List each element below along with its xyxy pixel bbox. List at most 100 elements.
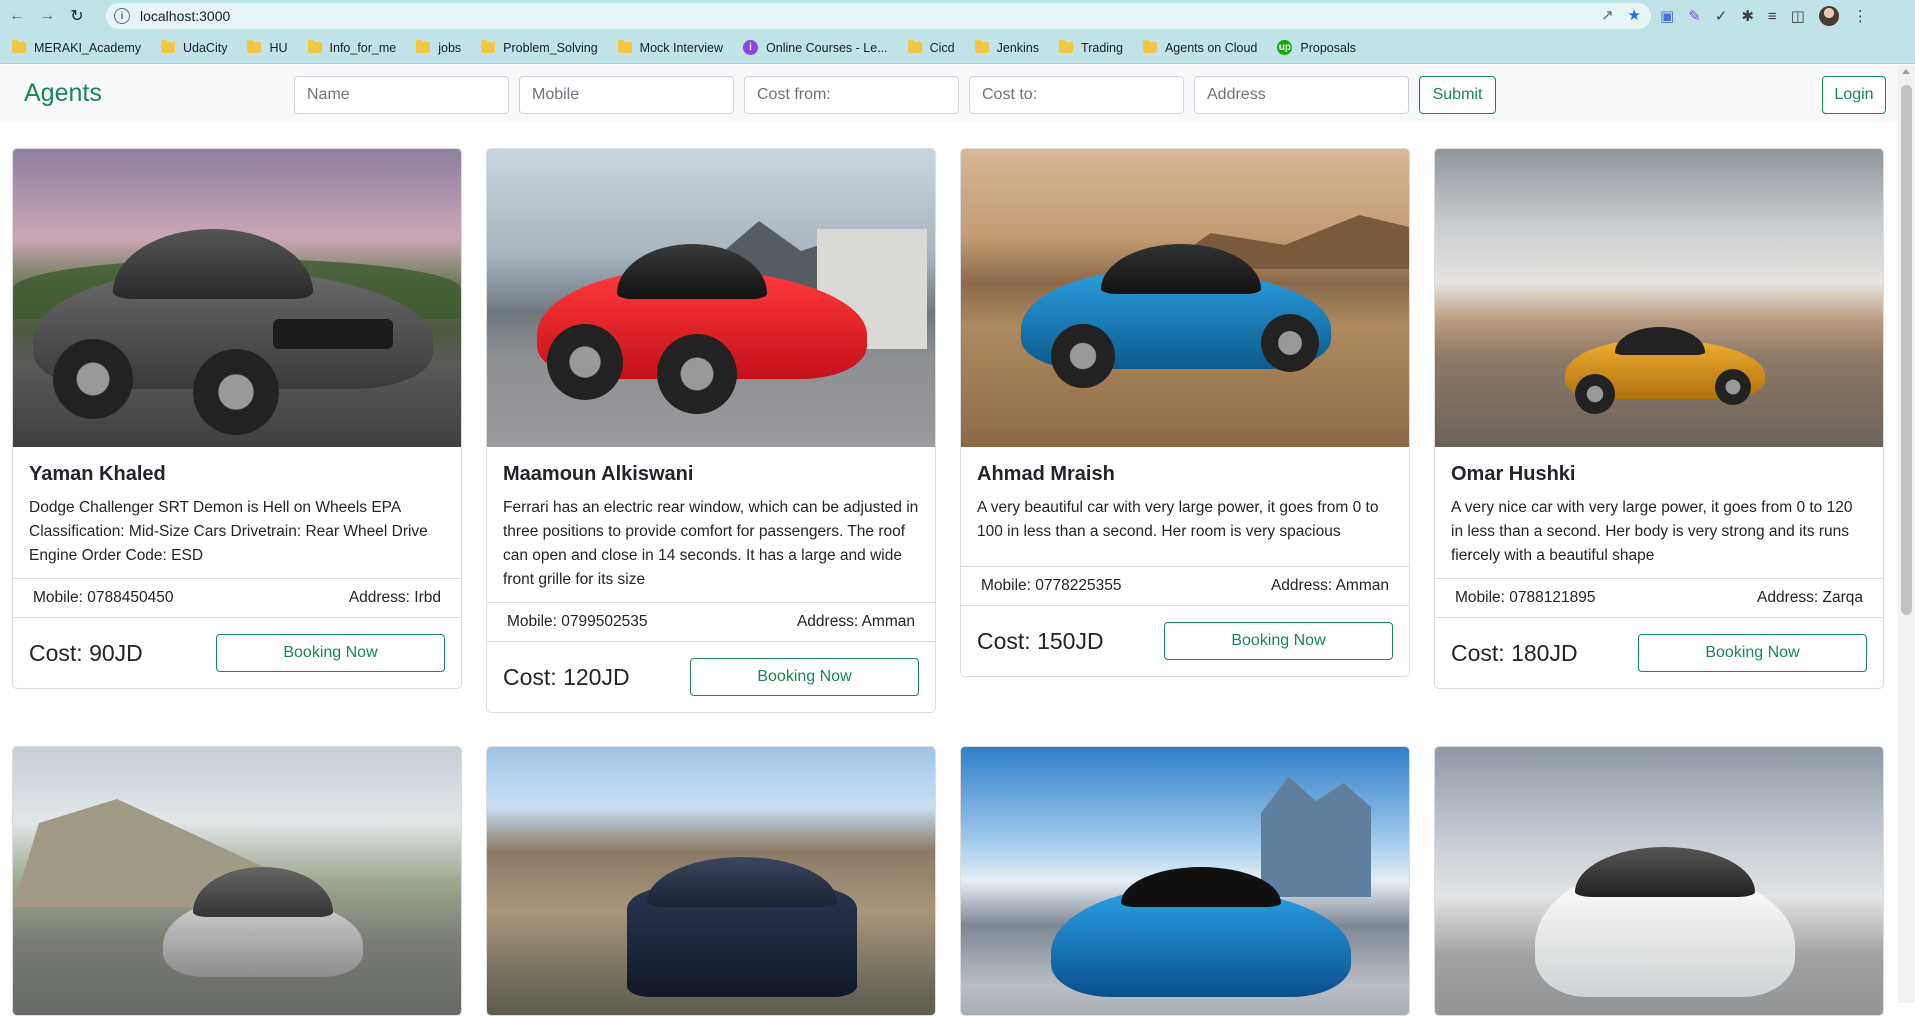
card-contact-row: Mobile: 0788450450 Address: Irbd — [13, 578, 461, 618]
bookmark-item[interactable]: MERAKI_Academy — [12, 40, 141, 55]
booking-now-button[interactable]: Booking Now — [690, 658, 919, 696]
pen-extension-icon[interactable]: ✎ — [1688, 7, 1701, 25]
address-input[interactable] — [1194, 76, 1409, 114]
car-image-ford — [1435, 747, 1883, 1015]
bookmark-item[interactable]: Cicd — [907, 40, 955, 55]
agent-name: Omar Hushki — [1451, 463, 1576, 485]
cost-text: Cost: 180JD — [1451, 639, 1578, 666]
car-image-lamborghini — [1435, 149, 1883, 447]
profile-avatar[interactable] — [1818, 6, 1839, 26]
folder-icon — [247, 40, 262, 53]
cost-text: Cost: 150JD — [977, 627, 1104, 654]
card-contact-row: Mobile: 0799502535 Address: Amman — [487, 602, 935, 642]
folder-icon — [617, 40, 632, 53]
eyedropper-extension-icon[interactable]: ✓ — [1715, 7, 1728, 25]
scroll-thumb[interactable] — [1901, 85, 1912, 615]
folder-icon — [907, 40, 922, 53]
bookmark-item[interactable]: Mock Interview — [617, 40, 723, 55]
bookmark-item[interactable]: UdaCity — [160, 40, 227, 55]
agent-card: Ahmad Mraish A very beautiful car with v… — [960, 148, 1410, 677]
translate-extension-icon[interactable]: ▣ — [1660, 7, 1674, 25]
name-input[interactable] — [294, 76, 509, 114]
reading-list-icon[interactable]: ≡ — [1768, 8, 1777, 25]
bookmark-item[interactable]: Problem_Solving — [481, 40, 598, 55]
agent-name: Maamoun Alkiswani — [503, 463, 694, 485]
forward-icon[interactable]: → — [34, 3, 60, 29]
bookmark-star-icon[interactable]: ★ — [1628, 6, 1641, 24]
car-image-camaro — [961, 149, 1409, 447]
folder-icon — [12, 40, 26, 53]
agent-name: Ahmad Mraish — [977, 463, 1115, 485]
bookmark-item[interactable]: Agents on Cloud — [1142, 40, 1257, 55]
upwork-icon: up — [1277, 40, 1293, 55]
agent-card — [1434, 746, 1884, 1016]
login-button[interactable]: Login — [1822, 76, 1886, 114]
car-image-bugatti — [961, 747, 1409, 1015]
agent-name: Yaman Khaled — [29, 463, 166, 485]
card-contact-row: Mobile: 0778225355 Address: Amman — [961, 566, 1409, 606]
bookmark-item[interactable]: Jenkins — [974, 40, 1039, 55]
cost-to-input[interactable] — [969, 76, 1184, 114]
cost-text: Cost: 90JD — [29, 639, 143, 666]
folder-icon — [974, 40, 989, 53]
app-navbar: Agents Submit Login — [0, 65, 1898, 122]
folder-icon — [481, 40, 496, 53]
car-image-ferrari — [487, 149, 935, 447]
address-text: Address: Zarqa — [1757, 589, 1863, 606]
info-icon[interactable]: i — [114, 8, 130, 24]
mobile-text: Mobile: 0799502535 — [507, 613, 648, 630]
side-panel-icon[interactable]: ◫ — [1791, 7, 1805, 25]
car-description: Ferrari has an electric rear window, whi… — [503, 499, 919, 588]
menu-kebab-icon[interactable]: ⋮ — [1853, 7, 1868, 25]
address-text: Address: Amman — [796, 613, 915, 630]
scroll-up-arrow-icon[interactable] — [1902, 69, 1910, 74]
mobile-text: Mobile: 0788450450 — [33, 589, 174, 606]
folder-icon — [1059, 40, 1074, 53]
brand-logo[interactable]: Agents — [24, 79, 102, 108]
folder-icon — [307, 40, 322, 53]
submit-button[interactable]: Submit — [1419, 76, 1496, 114]
car-description: A very beautiful car with very large pow… — [977, 499, 1379, 540]
card-contact-row: Mobile: 0788121895 Address: Zarqa — [1435, 578, 1883, 618]
bookmarks-bar: MERAKI_Academy UdaCity HU Info_for_me jo… — [0, 32, 1915, 64]
folder-icon — [1142, 40, 1157, 53]
browser-toolbar: ← → ↻ i localhost:3000 ↗ ★ ▣ ✎ ✓ ✱ ≡ ◫ ⋮ — [0, 0, 1915, 32]
bookmark-item[interactable]: jobs — [416, 40, 461, 55]
car-image-mercedes — [13, 747, 461, 1015]
agent-card — [486, 746, 936, 1016]
cost-from-input[interactable] — [744, 76, 959, 114]
folder-icon — [160, 40, 175, 53]
car-description: Dodge Challenger SRT Demon is Hell on Wh… — [29, 499, 428, 564]
mobile-input[interactable] — [519, 76, 734, 114]
booking-now-button[interactable]: Booking Now — [1638, 634, 1867, 672]
agent-card: Yaman Khaled Dodge Challenger SRT Demon … — [12, 148, 462, 689]
mobile-text: Mobile: 0778225355 — [981, 577, 1122, 594]
bookmark-item[interactable]: Info_for_me — [307, 40, 396, 55]
courses-icon: i — [743, 40, 759, 55]
car-image-dodge — [13, 149, 461, 447]
agent-card — [12, 746, 462, 1016]
share-icon[interactable]: ↗ — [1601, 6, 1614, 24]
bookmark-item[interactable]: Trading — [1059, 40, 1123, 55]
booking-now-button[interactable]: Booking Now — [1164, 622, 1393, 660]
mobile-text: Mobile: 0788121895 — [1455, 589, 1596, 606]
reload-icon[interactable]: ↻ — [64, 3, 90, 29]
car-description: A very nice car with very large power, i… — [1451, 499, 1853, 564]
cost-text: Cost: 120JD — [503, 663, 630, 690]
address-text: Address: Amman — [1270, 577, 1389, 594]
booking-now-button[interactable]: Booking Now — [216, 634, 445, 672]
address-text: Address: Irbd — [348, 589, 441, 606]
agent-card — [960, 746, 1410, 1016]
bookmark-item[interactable]: up Proposals — [1277, 40, 1356, 55]
agent-card: Maamoun Alkiswani Ferrari has an electri… — [486, 148, 936, 713]
bookmark-item[interactable]: i Online Courses - Le... — [743, 40, 888, 55]
car-image-bmw — [487, 747, 935, 1015]
extensions-puzzle-icon[interactable]: ✱ — [1741, 7, 1754, 25]
page-scrollbar[interactable] — [1898, 65, 1915, 1003]
back-icon[interactable]: ← — [4, 3, 30, 29]
agent-card: Omar Hushki A very nice car with very la… — [1434, 148, 1884, 689]
url-text: localhost:3000 — [140, 8, 231, 24]
address-bar[interactable]: i localhost:3000 ↗ ★ — [106, 3, 1651, 29]
folder-icon — [416, 40, 431, 53]
bookmark-item[interactable]: HU — [247, 40, 288, 55]
